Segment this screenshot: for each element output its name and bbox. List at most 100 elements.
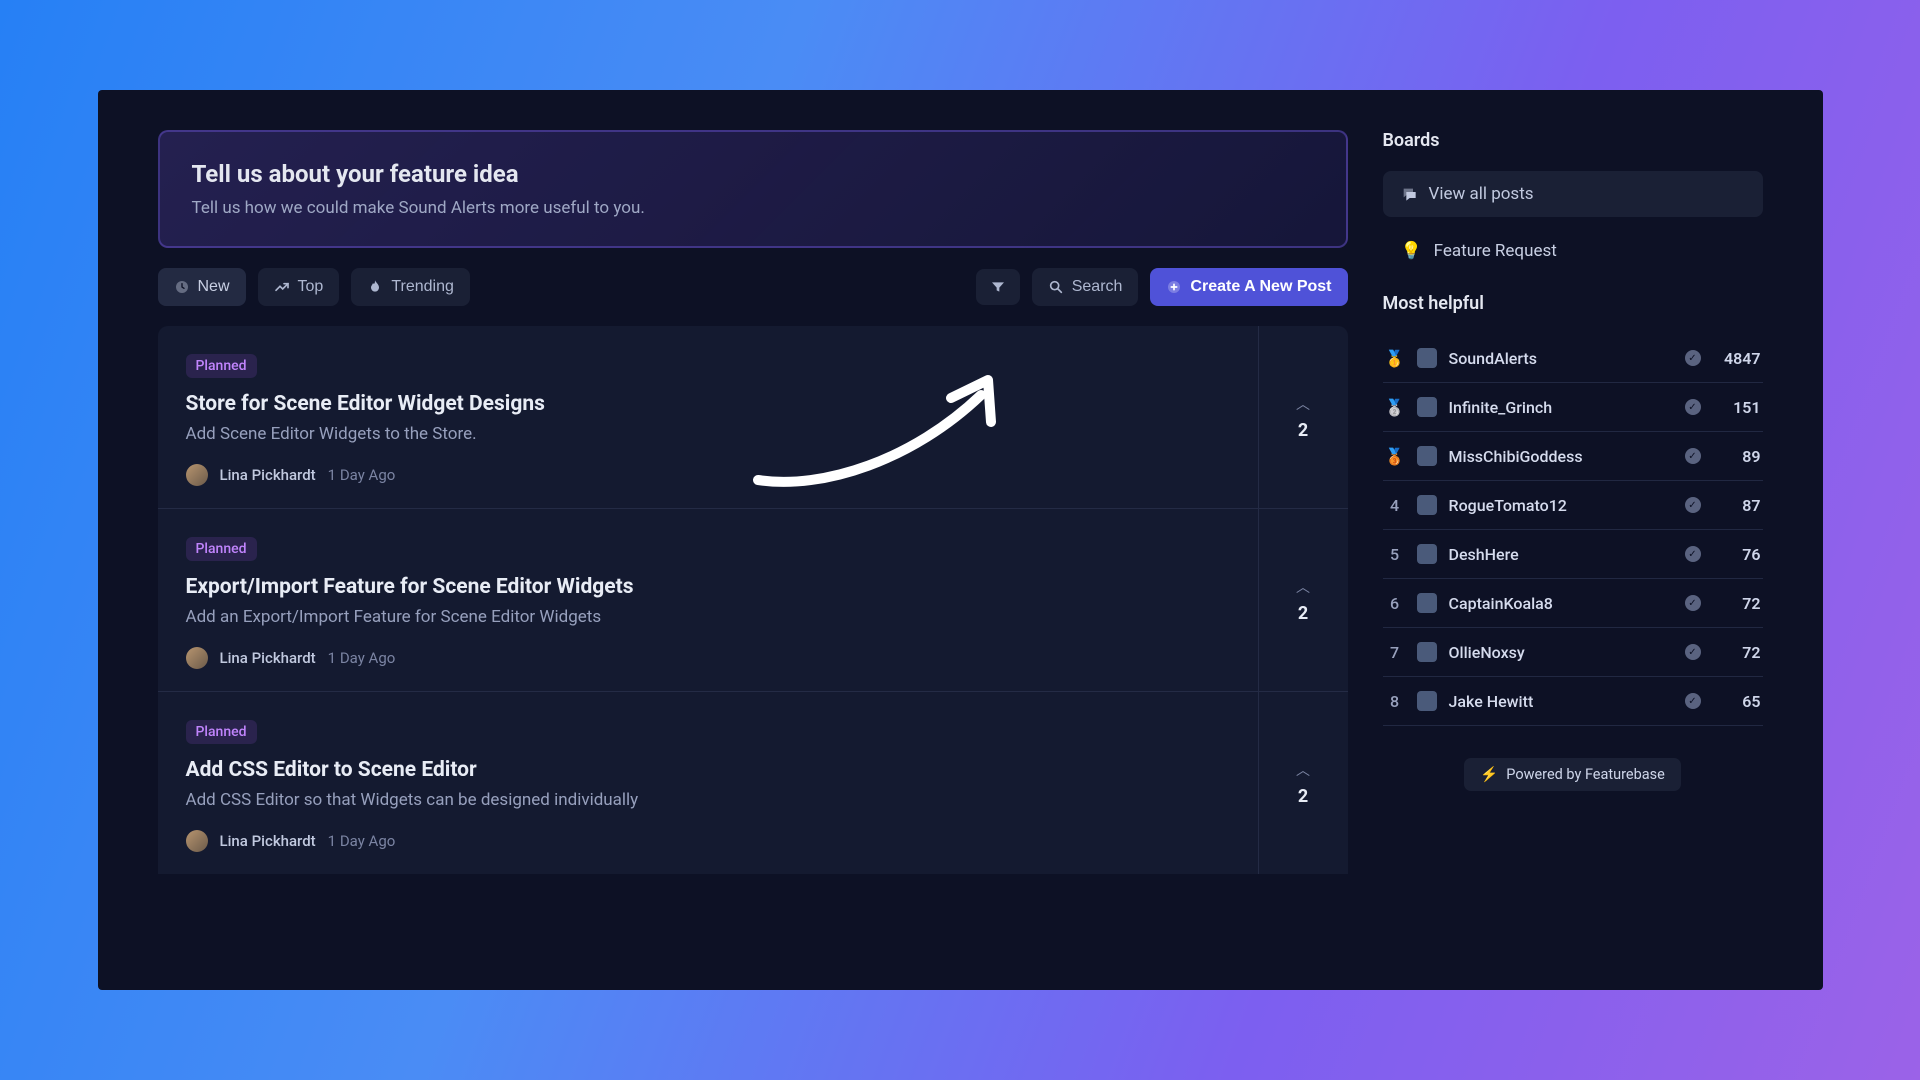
filter-icon (990, 279, 1006, 295)
verified-icon: ✓ (1685, 350, 1701, 366)
post-description: Add Scene Editor Widgets to the Store. (186, 424, 1230, 444)
powered-label: Powered by Featurebase (1506, 766, 1665, 783)
filter-button[interactable] (976, 269, 1020, 305)
avatar (1417, 446, 1437, 466)
score: 87 (1713, 496, 1761, 515)
score: 4847 (1713, 349, 1761, 368)
main-column: Tell us about your feature idea Tell us … (158, 130, 1348, 990)
sort-top-label: Top (298, 278, 324, 296)
username: RogueTomato12 (1449, 496, 1673, 515)
rank-badge: 🥈 (1385, 398, 1405, 417)
rank-badge: 🥉 (1385, 447, 1405, 466)
avatar (1417, 642, 1437, 662)
status-badge: Planned (186, 537, 257, 561)
post-time: 1 Day Ago (328, 832, 396, 850)
score: 89 (1713, 447, 1761, 466)
powered-by-link[interactable]: ⚡ Powered by Featurebase (1464, 758, 1681, 791)
post-author: Lina Pickhardt (220, 832, 316, 850)
post-item[interactable]: Planned Store for Scene Editor Widget De… (158, 326, 1348, 508)
rank-number: 5 (1385, 545, 1405, 564)
verified-icon: ✓ (1685, 644, 1701, 660)
helpful-row[interactable]: 🥉 MissChibiGoddess ✓ 89 (1383, 432, 1763, 481)
helpful-row[interactable]: 6 CaptainKoala8 ✓ 72 (1383, 579, 1763, 628)
score: 72 (1713, 594, 1761, 613)
most-helpful-heading: Most helpful (1383, 293, 1763, 314)
create-post-label: Create A New Post (1190, 278, 1331, 296)
post-title: Export/Import Feature for Scene Editor W… (186, 575, 1230, 599)
sort-top-button[interactable]: Top (258, 268, 340, 306)
username: CaptainKoala8 (1449, 594, 1673, 613)
helpful-row[interactable]: 5 DeshHere ✓ 76 (1383, 530, 1763, 579)
status-badge: Planned (186, 354, 257, 378)
hero-subtitle: Tell us how we could make Sound Alerts m… (192, 198, 1314, 218)
helpful-row[interactable]: 4 RogueTomato12 ✓ 87 (1383, 481, 1763, 530)
hero-title: Tell us about your feature idea (192, 160, 1314, 188)
vote-count: 2 (1298, 603, 1308, 624)
username: OllieNoxsy (1449, 643, 1673, 662)
post-list: Planned Store for Scene Editor Widget De… (158, 326, 1348, 874)
sort-new-label: New (198, 278, 230, 296)
avatar (1417, 397, 1437, 417)
upvote-button[interactable]: ︿ 2 (1258, 326, 1348, 508)
search-button[interactable]: Search (1032, 268, 1139, 306)
lightbulb-icon: 💡 (1401, 241, 1422, 261)
rank-badge: 🥇 (1385, 349, 1405, 368)
helpful-row[interactable]: 🥇 SoundAlerts ✓ 4847 (1383, 334, 1763, 383)
username: SoundAlerts (1449, 349, 1673, 368)
sort-trending-button[interactable]: Trending (351, 268, 470, 306)
helpful-row[interactable]: 8 Jake Hewitt ✓ 65 (1383, 677, 1763, 726)
verified-icon: ✓ (1685, 595, 1701, 611)
avatar (186, 830, 208, 852)
toolbar: New Top Trending Search (158, 268, 1348, 306)
sidebar: Boards View all posts 💡 Feature Request … (1383, 130, 1763, 990)
post-author: Lina Pickhardt (220, 649, 316, 667)
view-all-posts-button[interactable]: View all posts (1383, 171, 1763, 217)
verified-icon: ✓ (1685, 693, 1701, 709)
chevron-up-icon: ︿ (1296, 394, 1310, 414)
post-author: Lina Pickhardt (220, 466, 316, 484)
post-item[interactable]: Planned Export/Import Feature for Scene … (158, 508, 1348, 691)
board-label: Feature Request (1434, 241, 1557, 261)
upvote-button[interactable]: ︿ 2 (1258, 692, 1348, 874)
avatar (1417, 495, 1437, 515)
post-description: Add an Export/Import Feature for Scene E… (186, 607, 1230, 627)
username: MissChibiGoddess (1449, 447, 1673, 466)
rank-number: 8 (1385, 692, 1405, 711)
upvote-button[interactable]: ︿ 2 (1258, 509, 1348, 691)
flame-icon (367, 279, 383, 295)
bolt-icon: ⚡ (1480, 766, 1498, 783)
sort-new-button[interactable]: New (158, 268, 246, 306)
avatar (1417, 593, 1437, 613)
username: DeshHere (1449, 545, 1673, 564)
view-all-label: View all posts (1429, 184, 1534, 204)
app-window: Tell us about your feature idea Tell us … (98, 90, 1823, 990)
post-time: 1 Day Ago (328, 649, 396, 667)
most-helpful-list: 🥇 SoundAlerts ✓ 4847 🥈 Infinite_Grinch ✓… (1383, 334, 1763, 726)
rank-number: 4 (1385, 496, 1405, 515)
search-icon (1048, 279, 1064, 295)
search-label: Search (1072, 278, 1123, 296)
chevron-up-icon: ︿ (1296, 577, 1310, 597)
trend-up-icon (274, 279, 290, 295)
helpful-row[interactable]: 🥈 Infinite_Grinch ✓ 151 (1383, 383, 1763, 432)
post-description: Add CSS Editor so that Widgets can be de… (186, 790, 1230, 810)
score: 76 (1713, 545, 1761, 564)
plus-circle-icon (1166, 279, 1182, 295)
hero-banner: Tell us about your feature idea Tell us … (158, 130, 1348, 248)
avatar (1417, 544, 1437, 564)
post-item[interactable]: Planned Add CSS Editor to Scene Editor A… (158, 691, 1348, 874)
avatar (1417, 691, 1437, 711)
avatar (186, 464, 208, 486)
post-title: Store for Scene Editor Widget Designs (186, 392, 1230, 416)
verified-icon: ✓ (1685, 546, 1701, 562)
sort-trending-label: Trending (391, 278, 454, 296)
verified-icon: ✓ (1685, 399, 1701, 415)
create-post-button[interactable]: Create A New Post (1150, 268, 1347, 306)
post-time: 1 Day Ago (328, 466, 396, 484)
score: 151 (1713, 398, 1761, 417)
score: 72 (1713, 643, 1761, 662)
helpful-row[interactable]: 7 OllieNoxsy ✓ 72 (1383, 628, 1763, 677)
boards-heading: Boards (1383, 130, 1763, 151)
chevron-up-icon: ︿ (1296, 760, 1310, 780)
board-feature-request[interactable]: 💡 Feature Request (1383, 237, 1763, 265)
